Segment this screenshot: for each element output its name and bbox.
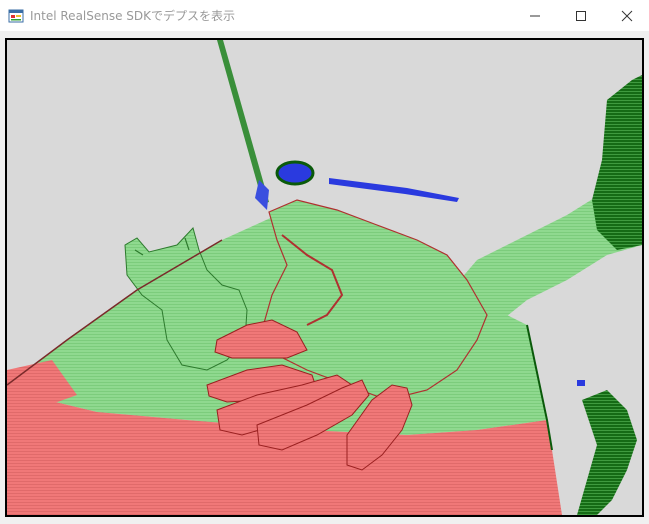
minimize-button[interactable] xyxy=(512,0,558,31)
window-title: Intel RealSense SDKでデプスを表示 xyxy=(30,9,236,23)
depth-far-object xyxy=(275,160,315,186)
depth-picturebox xyxy=(5,38,644,517)
app-form-icon xyxy=(8,8,24,24)
title-bar[interactable]: Intel RealSense SDKでデプスを表示 xyxy=(0,0,649,31)
app-window: Intel RealSense SDKでデプスを表示 xyxy=(0,0,649,524)
depth-image xyxy=(7,40,642,515)
close-icon xyxy=(621,10,633,22)
close-button[interactable] xyxy=(604,0,649,31)
maximize-button[interactable] xyxy=(558,0,604,31)
minimize-icon xyxy=(529,10,541,22)
depth-small-marker xyxy=(577,380,585,386)
maximize-icon xyxy=(575,10,587,22)
